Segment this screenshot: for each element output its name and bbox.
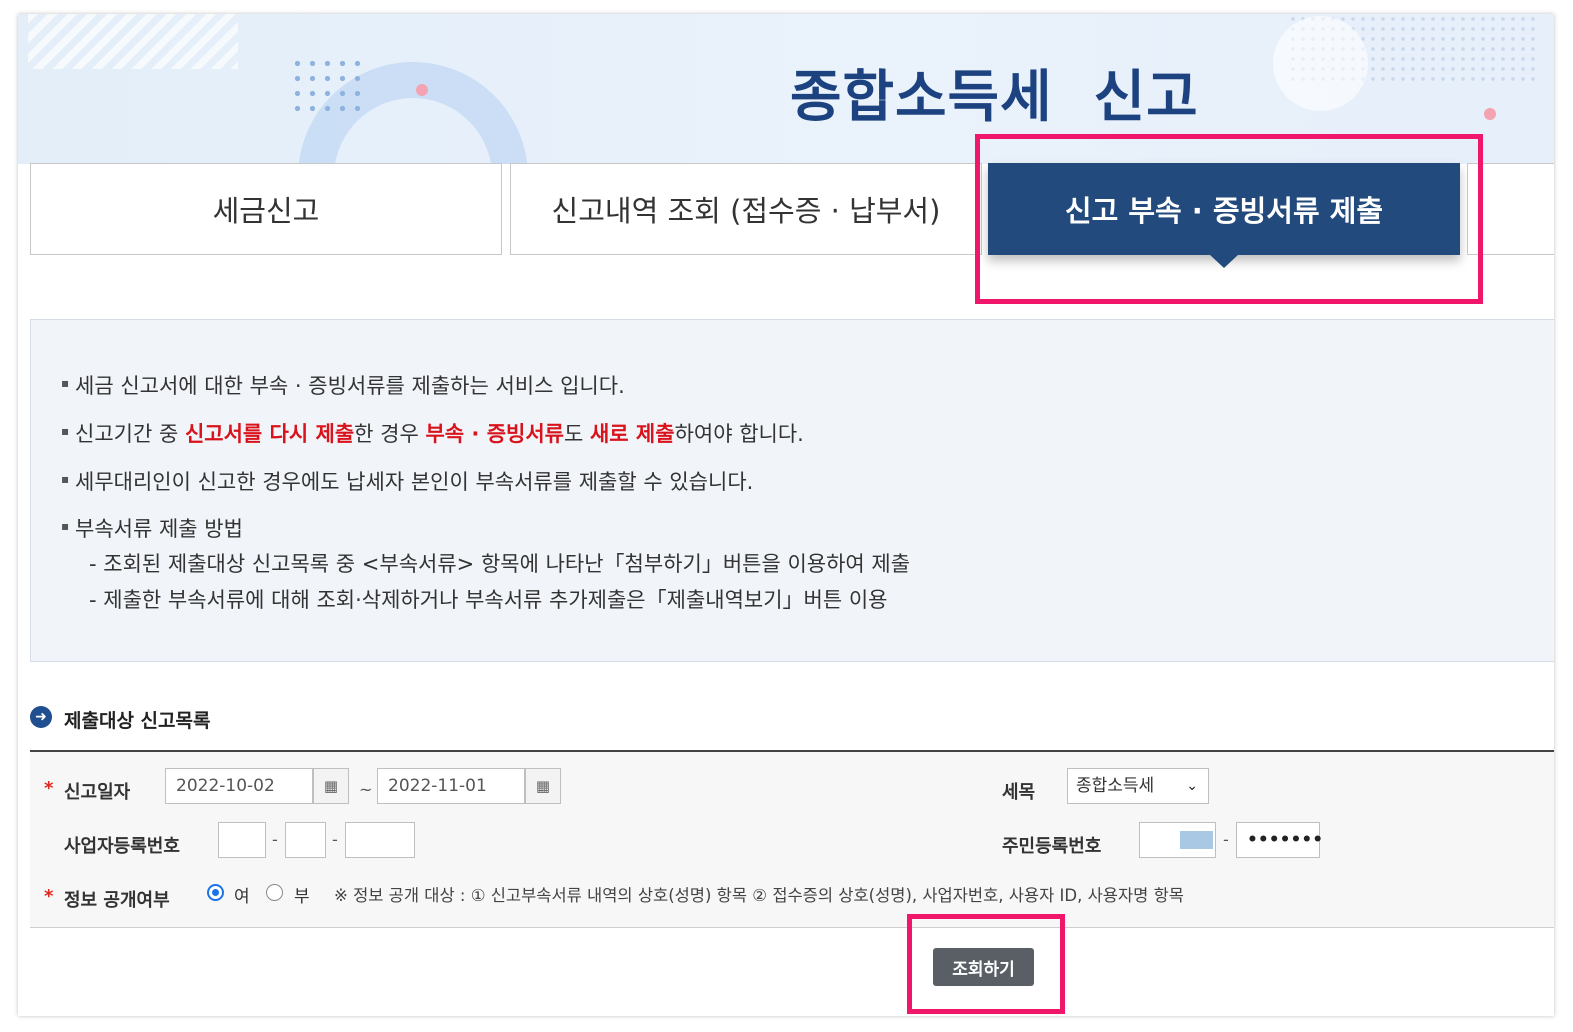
info-line: 세무대리인이 신고한 경우에도 납세자 본인이 부속서류를 제출할 수 있습니다…	[61, 466, 753, 496]
radio-yes[interactable]	[207, 884, 224, 901]
rrn-back-input[interactable]: •••••••	[1236, 822, 1323, 858]
emphasis-text: 새로 제출	[589, 422, 675, 446]
date-to-input[interactable]: 2022-11-01	[377, 768, 525, 804]
text: 하여야 합니다.	[674, 422, 804, 446]
highlight-box-tab	[975, 134, 1483, 304]
date-separator: ~	[359, 780, 373, 799]
info-line-emphasis: 신고기간 중 신고서를 다시 제출한 경우 부속 · 증빙서류도 새로 제출하여…	[61, 418, 804, 448]
arrow-circle-icon: ➜	[30, 706, 52, 728]
info-line: 세금 신고서에 대한 부속 · 증빙서류를 제출하는 서비스 입니다.	[61, 370, 625, 400]
search-form: * 신고일자 2022-10-02 ▦ ~ 2022-11-01 ▦ 세목 종합…	[30, 750, 1554, 928]
disclosure-label: 정보 공개여부	[64, 890, 170, 911]
calendar-icon[interactable]: ▦	[313, 768, 349, 804]
brn-label: 사업자등록번호	[64, 836, 180, 857]
section-title: 제출대상 신고목록	[64, 710, 211, 732]
masked-value	[1180, 831, 1213, 849]
highlight-box-button	[907, 914, 1065, 1014]
radio-no-label: 부	[294, 887, 310, 907]
page: 종합소득세 신고 세금신고 신고내역 조회 (접수증 · 납부서) 신고 부속 …	[18, 14, 1554, 1016]
text: 신고기간 중	[75, 422, 185, 446]
filing-date-label: 신고일자	[64, 782, 131, 803]
brn-part3-input[interactable]	[345, 822, 415, 858]
decorative-dots	[290, 56, 360, 118]
decorative-circle	[1273, 16, 1368, 111]
calendar-icon[interactable]: ▦	[525, 768, 561, 804]
dash: -	[332, 830, 338, 849]
rrn-front-input[interactable]	[1139, 822, 1216, 858]
rrn-label: 주민등록번호	[1002, 836, 1102, 857]
decorative-stripes	[28, 14, 238, 69]
info-line: 부속서류 제출 방법	[61, 513, 243, 543]
dash: -	[1223, 830, 1229, 849]
info-box: 세금 신고서에 대한 부속 · 증빙서류를 제출하는 서비스 입니다. 신고기간…	[30, 319, 1554, 662]
required-mark: *	[44, 778, 54, 799]
emphasis-text: 부속 · 증빙서류	[425, 422, 564, 446]
emphasis-text: 신고서를 다시 제출	[184, 422, 355, 446]
tab-tax-filing[interactable]: 세금신고	[30, 163, 502, 255]
page-title: 종합소득세 신고	[790, 65, 1199, 130]
info-subline: - 제출한 부속서류에 대해 조회·삭제하거나 부속서류 추가제출은「제출내역보…	[89, 588, 888, 612]
brn-part1-input[interactable]	[218, 822, 266, 858]
tax-item-label: 세목	[1002, 782, 1036, 803]
required-mark: *	[44, 886, 54, 907]
tab-filing-history[interactable]: 신고내역 조회 (접수증 · 납부서)	[510, 163, 982, 255]
tax-item-select[interactable]: 종합소득세 ⌄	[1067, 768, 1209, 804]
text: 도	[563, 422, 590, 446]
date-from-input[interactable]: 2022-10-02	[165, 768, 313, 804]
radio-yes-label: 여	[234, 887, 250, 907]
tax-item-value: 종합소득세	[1076, 776, 1155, 796]
dash: -	[272, 830, 278, 849]
chevron-down-icon: ⌄	[1186, 778, 1198, 794]
brn-part2-input[interactable]	[285, 822, 326, 858]
disclosure-note: ※ 정보 공개 대상 : ① 신고부속서류 내역의 상호(성명) 항목 ② 접수…	[334, 886, 1184, 905]
decorative-dot	[416, 84, 428, 96]
radio-no[interactable]	[266, 884, 283, 901]
text: 한 경우	[354, 422, 426, 446]
info-subline: - 조회된 제출대상 신고목록 중 <부속서류> 항목에 나타난「첨부하기」버튼…	[89, 552, 911, 576]
decorative-dot	[1484, 108, 1496, 120]
